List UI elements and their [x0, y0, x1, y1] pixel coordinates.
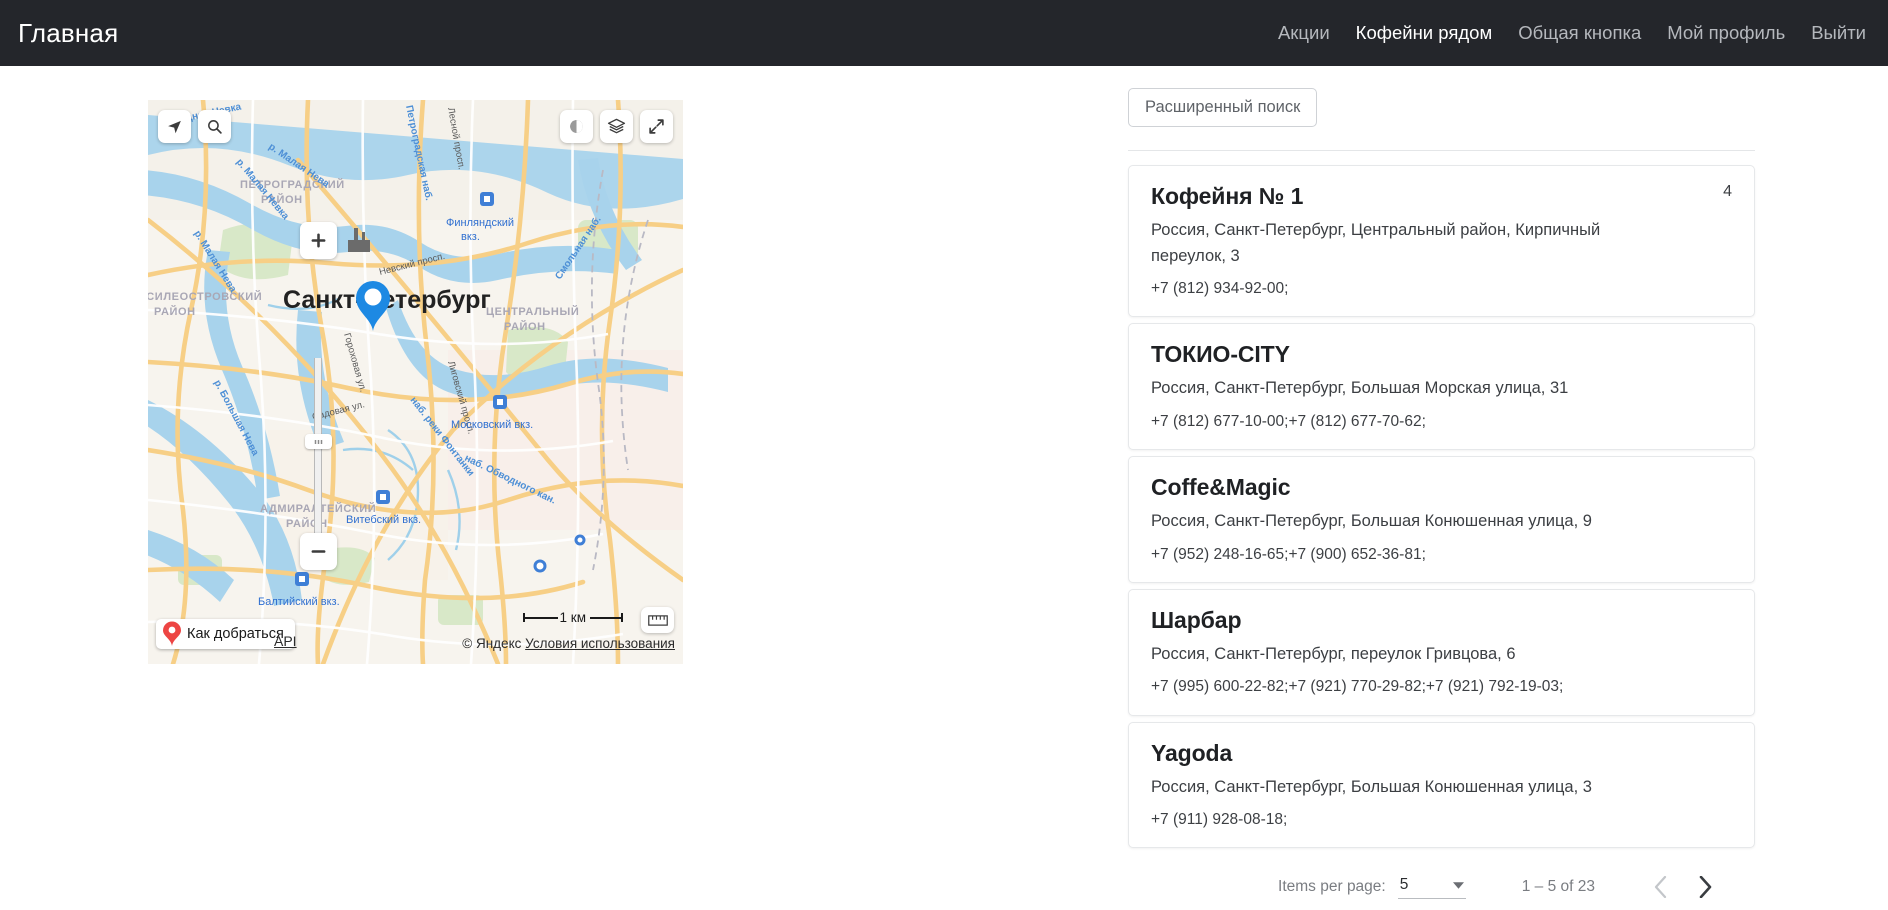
map-station-label: Балтийский вкз.: [258, 596, 340, 608]
paginator: Items per page: 5 1 – 5 of 23: [1128, 864, 1755, 910]
zoom-slider-handle[interactable]: [305, 434, 332, 449]
map-poi-dot: [533, 559, 547, 573]
minus-glyph: [311, 550, 326, 553]
map-copyright-text: © Яндекс: [462, 636, 522, 651]
next-page-button[interactable]: [1683, 865, 1727, 909]
map-station-label: Финляндский: [446, 217, 514, 229]
list-item-title: Шарбар: [1151, 606, 1242, 633]
list-item-phones: +7 (911) 928-08-18;: [1151, 811, 1288, 829]
list-item-title: Yagoda: [1151, 739, 1233, 766]
chevron-down-glyph: [1452, 882, 1464, 889]
scale-tick-right: [590, 613, 623, 622]
map-station-label: вкз.: [461, 231, 480, 243]
nav-item-coffee-nearby[interactable]: Кофейни рядом: [1356, 22, 1493, 44]
map-station-marker: [295, 572, 309, 586]
map-container[interactable]: .lbl{font-family:"Liberation Sans",sans-…: [148, 100, 683, 664]
nav-item-logout[interactable]: Выйти: [1811, 22, 1866, 44]
map-attribution: © Яндекс Условия использования: [462, 636, 675, 651]
get-directions-label: Как добраться: [187, 626, 284, 642]
zoom-slider-track[interactable]: [312, 358, 324, 540]
items-per-page-select[interactable]: 5: [1397, 876, 1466, 899]
nav-item-common-button[interactable]: Общая кнопка: [1518, 22, 1641, 44]
map-district-label: РАЙОН: [154, 305, 196, 318]
advanced-search-button[interactable]: Расширенный поиск: [1128, 88, 1318, 127]
zoom-out-icon[interactable]: [300, 533, 337, 570]
map-station-marker: [376, 490, 390, 504]
previous-page-button[interactable]: [1639, 865, 1683, 909]
map-placemark-blue[interactable]: [352, 278, 394, 337]
layers-glyph: [607, 118, 626, 134]
section-divider: [1128, 150, 1755, 151]
layers-icon[interactable]: [600, 110, 633, 143]
theme-toggle-icon[interactable]: [560, 110, 593, 143]
map-poi-dot: [574, 534, 586, 546]
list-item-address: Россия, Санкт-Петербург, Большая Конюшен…: [1151, 777, 1592, 796]
geolocation-icon[interactable]: [158, 110, 191, 143]
half-circle-glyph: [570, 120, 583, 133]
map-station-label: Витебский вкз.: [346, 514, 421, 526]
geolocation-arrow-glyph: [168, 120, 181, 134]
map-search-icon[interactable]: [198, 110, 231, 143]
map-scale-label: 1 км: [559, 610, 586, 625]
list-item-title: ТОКИО-CITY: [1151, 341, 1290, 368]
red-pin-icon: [163, 621, 181, 646]
ruler-glyph: [647, 614, 668, 626]
list-item-title: Кофейня № 1: [1151, 183, 1304, 209]
map-scale-bar: 1 км: [522, 610, 623, 625]
status-badge: 4: [1723, 183, 1732, 200]
zoom-in-icon[interactable]: [300, 222, 337, 259]
brand-title[interactable]: Главная: [18, 18, 118, 49]
results-panel: Расширенный поиск 4 Кофейня № 1 Россия, …: [1128, 88, 1755, 910]
list-item-phones: +7 (995) 600-22-82;+7 (921) 770-29-82;+7…: [1151, 678, 1564, 696]
page-body: .lbl{font-family:"Liberation Sans",sans-…: [0, 66, 1888, 899]
map-canvas: .lbl{font-family:"Liberation Sans",sans-…: [148, 100, 683, 664]
nav-item-profile[interactable]: Мой профиль: [1667, 22, 1785, 44]
list-item-address: Россия, Санкт-Петербург, Большая Конюшен…: [1151, 512, 1592, 531]
nav-item-promotions[interactable]: Акции: [1278, 22, 1330, 44]
scale-tick-left: [522, 613, 558, 622]
map-station-label: Московский вкз.: [451, 419, 533, 431]
fullscreen-icon[interactable]: [640, 110, 673, 143]
chevron-right-icon: [1699, 876, 1712, 899]
list-item-address: Россия, Санкт-Петербург, переулок Гривцо…: [1151, 644, 1516, 663]
list-item-address: Россия, Санкт-Петербург, Центральный рай…: [1151, 221, 1601, 265]
map-station-marker: [493, 395, 507, 409]
page-range-label: 1 – 5 of 23: [1521, 878, 1595, 896]
map-district-label: ВАСИЛЕОСТРОВСКИЙ: [148, 290, 262, 303]
magnifier-glyph: [208, 120, 222, 134]
map-api-link[interactable]: API: [274, 633, 297, 649]
plus-glyph: [311, 233, 326, 248]
expand-arrows-glyph: [649, 119, 664, 134]
map-station-marker: [480, 192, 494, 206]
map-district-label: ЦЕНТРАЛЬНЫЙ: [486, 305, 579, 318]
placemark-glyph: [356, 281, 390, 331]
map-district-label: РАЙОН: [504, 320, 546, 333]
list-item-title: Coffe&Magic: [1151, 474, 1291, 501]
chevron-left-icon: [1654, 876, 1667, 899]
list-item-address: Россия, Санкт-Петербург, Большая Морская…: [1151, 379, 1569, 398]
coffee-shop-list: 4 Кофейня № 1 Россия, Санкт-Петербург, Ц…: [1128, 165, 1755, 849]
map-terms-link[interactable]: Условия использования: [525, 636, 675, 651]
items-per-page-label: Items per page:: [1278, 878, 1386, 896]
main-nav: Акции Кофейни рядом Общая кнопка Мой про…: [1278, 22, 1866, 44]
list-item[interactable]: Шарбар Россия, Санкт-Петербург, переулок…: [1128, 588, 1755, 716]
list-item[interactable]: Yagoda Россия, Санкт-Петербург, Большая …: [1128, 721, 1755, 849]
ruler-icon[interactable]: [641, 607, 674, 633]
list-item[interactable]: ТОКИО-CITY Россия, Санкт-Петербург, Боль…: [1128, 323, 1755, 451]
list-item-phones: +7 (952) 248-16-65;+7 (900) 652-36-81;: [1151, 545, 1426, 563]
top-navigation-bar: Главная Акции Кофейни рядом Общая кнопка…: [0, 0, 1888, 66]
list-item[interactable]: Coffe&Magic Россия, Санкт-Петербург, Бол…: [1128, 456, 1755, 583]
list-item[interactable]: 4 Кофейня № 1 Россия, Санкт-Петербург, Ц…: [1128, 165, 1755, 318]
list-item-phones: +7 (812) 934-92-00;: [1151, 280, 1289, 298]
list-item-phones: +7 (812) 677-10-00;+7 (812) 677-70-62;: [1151, 412, 1426, 430]
